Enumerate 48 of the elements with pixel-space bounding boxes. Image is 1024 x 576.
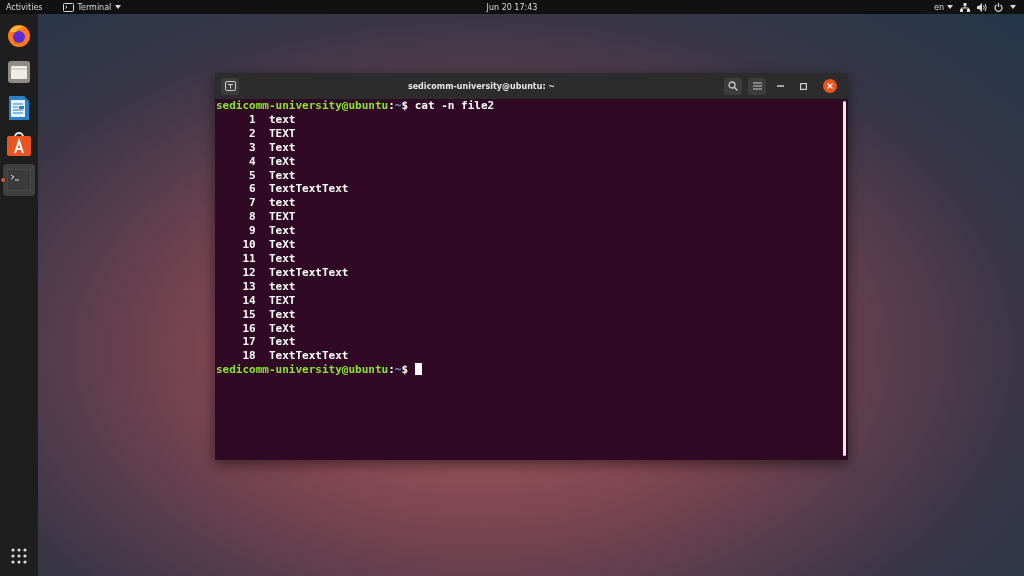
folder-icon: [8, 61, 30, 83]
keyboard-layout[interactable]: en: [934, 2, 944, 12]
output-line: 11 Text: [241, 251, 296, 266]
maximize-icon[interactable]: [800, 82, 807, 90]
app-grid-icon[interactable]: [11, 548, 27, 564]
search-icon: [728, 81, 738, 91]
running-indicator: [1, 178, 5, 182]
prompt-line: sedicomm-university@ubuntu:~$: [216, 363, 410, 377]
terminal-icon: [7, 169, 31, 191]
output-line: 4 TeXt: [248, 154, 296, 169]
menu-icon: [752, 82, 762, 90]
window-title: sedicomm-university@ubuntu: ~: [406, 81, 557, 91]
output-line: 15 Text: [241, 307, 296, 322]
clock[interactable]: Jun 20 17:43: [486, 2, 538, 12]
caret-icon: [115, 5, 122, 9]
activities-button[interactable]: Activities: [6, 2, 43, 12]
menu-button[interactable]: [748, 77, 766, 95]
output-line: 16 TeXt: [241, 321, 296, 336]
output-line: 1 text: [248, 112, 296, 127]
prompt-line: sedicomm-university@ubuntu:~$ cat -n file2: [216, 99, 495, 112]
document-icon: [9, 96, 29, 120]
power-icon[interactable]: [994, 2, 1003, 12]
terminal-icon: [62, 2, 74, 12]
new-tab-button[interactable]: [221, 77, 239, 95]
volume-icon[interactable]: [977, 2, 987, 12]
browser-icon: [7, 24, 31, 48]
output-line: 3 Text: [248, 140, 296, 155]
close-icon[interactable]: [823, 79, 837, 93]
output-line: 13 text: [241, 279, 296, 294]
output-line: 5 Text: [248, 168, 296, 183]
output-line: 9 Text: [248, 224, 296, 239]
app-menu[interactable]: Terminal: [62, 2, 122, 12]
output-line: 10 TeXt: [241, 238, 296, 252]
output-line: 6 TextTextText: [248, 182, 349, 197]
caret-icon: [1010, 5, 1016, 9]
output-line: 18 TextTextText: [241, 349, 349, 364]
search-button[interactable]: [724, 77, 742, 95]
output-line: 12 TextTextText: [241, 265, 349, 280]
output-line: 2 TEXT: [248, 126, 296, 141]
scrollbar[interactable]: [843, 101, 846, 456]
output-line: 7 text: [248, 196, 296, 211]
output-line: 8 TEXT: [248, 210, 296, 225]
output-line: 14 TEXT: [241, 293, 296, 308]
shopping-bag-icon: [7, 132, 31, 156]
network-icon[interactable]: [960, 2, 970, 12]
caret-icon: [947, 5, 953, 9]
tab-icon: [224, 81, 236, 91]
output-line: 17 Text: [241, 335, 296, 350]
